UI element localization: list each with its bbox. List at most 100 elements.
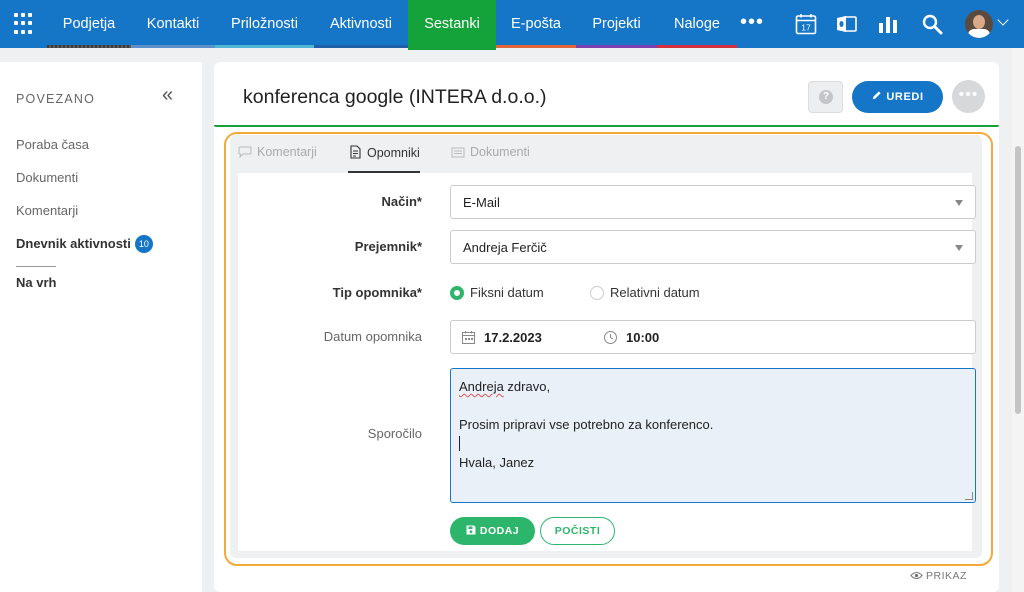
resize-handle[interactable] [965, 492, 973, 500]
page-scrollbar[interactable] [1012, 48, 1024, 592]
nav-color-bar [657, 45, 737, 48]
add-reminder-button[interactable]: DODAJ [450, 517, 535, 545]
nav-item-naloge[interactable]: Naloge [657, 0, 737, 48]
radio-relative-date[interactable]: Relativni datum [590, 285, 700, 300]
eye-icon [910, 571, 923, 580]
recipient-value: Andreja Ferčič [463, 240, 547, 255]
document-icon [350, 145, 361, 159]
tab-label: Komentarji [257, 145, 317, 159]
sidebar-link-documents[interactable]: Dokumenti [16, 170, 78, 185]
page-title: konferenca google (INTERA d.o.o.) [243, 86, 547, 108]
radio-label: Fiksni datum [470, 285, 544, 300]
view-toggle-label: PRIKAZ [926, 570, 967, 582]
clock-icon[interactable] [603, 330, 618, 345]
clear-button[interactable]: POČISTI [540, 517, 615, 545]
nav-color-bar [47, 45, 131, 48]
radio-dot [450, 286, 464, 300]
message-line-2: Prosim pripravi vse potrebno za konferen… [459, 417, 714, 432]
activity-count-badge: 10 [134, 235, 153, 253]
reports-icon[interactable] [876, 12, 900, 36]
spellcheck-word: Andreja [459, 379, 504, 394]
tab-reminders[interactable]: Opomniki [348, 145, 420, 173]
nav-item-label: E-pošta [511, 16, 561, 32]
time-input[interactable]: 10:00 [626, 330, 659, 345]
reminder-form: Način* E-Mail Prejemnik* Andreja Ferčič … [238, 173, 976, 551]
message-line-3: Hvala, Janez [459, 455, 535, 470]
nav-item-label: Projekti [592, 16, 641, 32]
method-select[interactable]: E-Mail [450, 185, 976, 219]
tab-comments[interactable]: Komentarji [238, 145, 317, 173]
nav-item-eposta[interactable]: E-pošta [496, 0, 576, 48]
nav-color-bar [131, 45, 215, 48]
comment-icon [238, 146, 252, 158]
method-value: E-Mail [463, 195, 500, 210]
recipient-select[interactable]: Andreja Ferčič [450, 230, 976, 264]
nav-item-aktivnosti[interactable]: Aktivnosti [314, 0, 408, 48]
outlook-sync-icon[interactable] [835, 12, 859, 36]
module-accent-line [214, 125, 999, 127]
caret-down-icon [955, 245, 963, 251]
nav-item-label: Priložnosti [231, 16, 298, 32]
calendar-icon[interactable]: 17 [794, 12, 818, 36]
tab-label: Opomniki [367, 146, 420, 160]
nav-item-label: Naloge [674, 16, 720, 32]
nav-item-projekti[interactable]: Projekti [576, 0, 657, 48]
sidebar-link-comments[interactable]: Komentarji [16, 203, 78, 218]
nav-item-sestanki[interactable]: Sestanki [408, 0, 496, 50]
view-toggle[interactable]: PRIKAZ [910, 570, 967, 582]
nav-item-kontakti[interactable]: Kontakti [131, 0, 215, 48]
reminder-type-label: Tip opomnika* [332, 285, 422, 300]
radio-dot [590, 286, 604, 300]
nav-item-label: Podjetja [62, 16, 116, 32]
nav-item-label: Kontakti [146, 16, 200, 32]
sidebar-link-back-to-top[interactable]: Na vrh [16, 275, 56, 290]
nav-more-button[interactable]: ••• [740, 11, 764, 34]
nav-item-podjetja[interactable]: Podjetja [47, 0, 131, 48]
sidebar-title: POVEZANO [16, 92, 96, 106]
calendar-icon[interactable] [461, 330, 476, 345]
apps-grid-icon[interactable] [14, 13, 36, 35]
pencil-icon [873, 91, 881, 100]
method-label: Način* [381, 194, 422, 209]
message-label: Sporočilo [367, 426, 422, 441]
edit-button[interactable]: UREDI [852, 81, 943, 113]
nav-color-bar [576, 45, 657, 48]
help-button[interactable]: ? [808, 81, 843, 113]
nav-color-bar [215, 45, 314, 48]
sidebar-link-time-spent[interactable]: Poraba časa [16, 137, 89, 152]
related-sidebar: POVEZANO « Poraba časa Dokumenti Komenta… [0, 62, 202, 592]
sidebar-divider [16, 266, 56, 267]
recipient-label: Prejemnik* [354, 239, 422, 254]
nav-item-priloznosti[interactable]: Priložnosti [215, 0, 314, 48]
radio-fixed-date[interactable]: Fiksni datum [450, 285, 544, 300]
reminder-date-label: Datum opomnika [323, 329, 422, 344]
date-input[interactable]: 17.2.2023 [484, 330, 542, 345]
help-icon: ? [819, 90, 833, 104]
sidebar-link-activity-log[interactable]: Dnevnik aktivnosti 10 [16, 235, 153, 253]
reminder-datetime-field: 17.2.2023 10:00 [450, 320, 976, 354]
caret-down-icon [955, 200, 963, 206]
text-cursor [459, 436, 460, 451]
scroll-thumb[interactable] [1015, 146, 1021, 414]
collapse-sidebar-icon[interactable]: « [162, 84, 173, 107]
top-navigation: Podjetja Kontakti Priložnosti Aktivnosti… [0, 0, 1024, 50]
tab-label: Dokumenti [470, 145, 530, 159]
edit-button-label: UREDI [886, 91, 924, 103]
add-button-label: DODAJ [479, 525, 520, 537]
message-textarea[interactable]: Andreja zdravo, Prosim pripravi vse potr… [450, 368, 976, 503]
more-options-button[interactable]: ••• [952, 80, 985, 113]
radio-label: Relativni datum [610, 285, 700, 300]
meeting-card: konferenca google (INTERA d.o.o.) ? URED… [214, 62, 999, 592]
avatar[interactable] [965, 10, 993, 38]
nav-color-bar [496, 45, 576, 48]
chevron-down-icon[interactable] [997, 14, 1009, 26]
tab-documents[interactable]: Dokumenti [451, 145, 530, 173]
reminders-section: Komentarji Opomniki Dokumenti Način* E-M… [230, 135, 982, 558]
calendar-day: 17 [801, 23, 811, 33]
nav-item-label: Sestanki [424, 16, 480, 32]
sidebar-link-label: Dnevnik aktivnosti [16, 236, 131, 251]
nav-color-bar [314, 45, 408, 48]
search-icon[interactable] [920, 12, 944, 36]
save-icon [466, 525, 476, 535]
